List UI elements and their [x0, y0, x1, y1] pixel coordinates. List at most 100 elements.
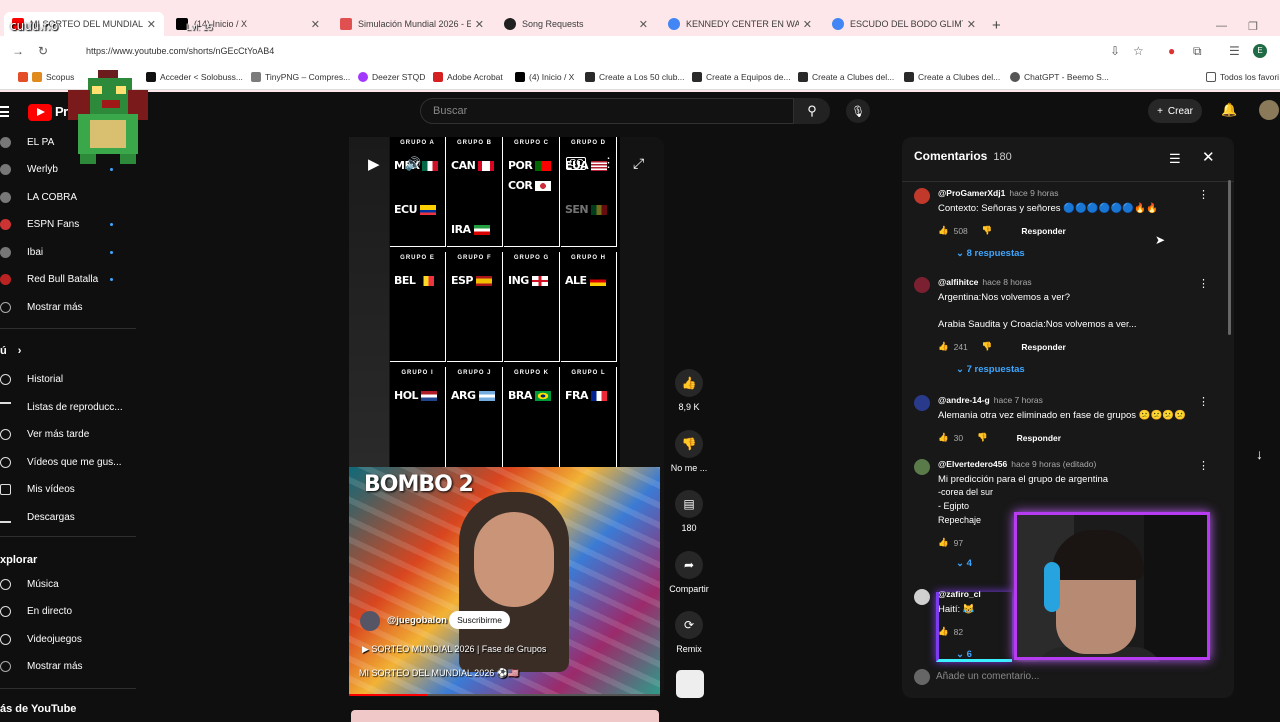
- sidebar-item-downloads[interactable]: Descargas: [0, 506, 75, 528]
- remix-action[interactable]: ⟳ Remix: [668, 611, 710, 654]
- sidebar-explore-show-more[interactable]: Mostrar más: [0, 655, 83, 677]
- reply-button[interactable]: Responder: [1021, 342, 1065, 352]
- sidebar-item-liked[interactable]: Vídeos que me gus...: [0, 451, 122, 473]
- comment-avatar[interactable]: [914, 459, 930, 475]
- sidebar-item-watch-later[interactable]: Ver más tarde: [0, 423, 89, 445]
- new-tab-icon[interactable]: +: [992, 17, 1001, 34]
- comment-author[interactable]: @ProGamerXdj1: [938, 188, 1005, 198]
- create-button[interactable]: + Crear: [1148, 99, 1202, 123]
- subscribe-button[interactable]: Suscribirme: [449, 611, 510, 629]
- sidebar-subscription[interactable]: Ibai: [0, 241, 113, 263]
- comment-avatar[interactable]: [914, 277, 930, 293]
- tab-kennedy[interactable]: KENNEDY CENTER EN WASHIN ✕: [660, 12, 820, 36]
- reload-icon[interactable]: ↻: [38, 44, 48, 58]
- comments-scrollbar[interactable]: [1228, 180, 1231, 335]
- captions-icon[interactable]: CC: [566, 157, 587, 170]
- thumbs-down-icon[interactable]: 👎: [982, 341, 993, 352]
- bookmark-item[interactable]: (4) Inicio / X: [515, 72, 574, 82]
- playlist-link[interactable]: ▶ SORTEO MUNDIAL 2026 | Fase de Grupos: [362, 644, 546, 655]
- user-avatar[interactable]: [1259, 100, 1279, 120]
- add-comment-input[interactable]: Añade un comentario...: [936, 671, 1039, 682]
- comments-action[interactable]: ▤ 180: [668, 490, 710, 533]
- more-options-icon[interactable]: ⋮: [602, 155, 615, 171]
- sidebar-subscription[interactable]: EL PA: [0, 131, 54, 153]
- arrow-down-icon[interactable]: ↓: [1256, 446, 1263, 462]
- comment-author[interactable]: @andre-14-g: [938, 395, 990, 405]
- comment-menu-icon[interactable]: ⋮: [1198, 277, 1209, 290]
- bookmark-item[interactable]: Deezer STQD: [358, 72, 425, 82]
- url-field[interactable]: https://www.youtube.com/shorts/nGEcCtYoA…: [60, 42, 1095, 62]
- close-tab-icon[interactable]: ✕: [311, 18, 320, 31]
- close-tab-icon[interactable]: ✕: [967, 18, 976, 31]
- bookmark-item[interactable]: Create a Los 50 club...: [585, 72, 685, 82]
- thumbs-up-icon[interactable]: 👍: [938, 225, 949, 236]
- search-button[interactable]: ⚲: [794, 98, 830, 124]
- video-progress-bar[interactable]: [349, 694, 660, 696]
- comment-menu-icon[interactable]: ⋮: [1198, 459, 1209, 472]
- reply-button[interactable]: Responder: [1021, 226, 1065, 236]
- comment-avatar[interactable]: [914, 188, 930, 204]
- channel-name[interactable]: @juegobalon: [387, 615, 447, 626]
- close-tab-icon[interactable]: ✕: [639, 18, 648, 31]
- sidebar-subscription[interactable]: ESPN Fans: [0, 213, 113, 235]
- replies-toggle[interactable]: ⌄ 7 respuestas: [956, 364, 1025, 375]
- close-tab-icon[interactable]: ✕: [147, 18, 156, 31]
- sidebar-subscription[interactable]: Werlyb: [0, 158, 113, 180]
- thumbs-down-icon[interactable]: 👎: [977, 432, 988, 443]
- sidebar-item-my-videos[interactable]: Mis vídeos: [0, 478, 75, 500]
- channel-avatar[interactable]: [360, 611, 380, 631]
- dislike-action[interactable]: 👎 No me ...: [668, 430, 710, 473]
- tab-song-requests[interactable]: Song Requests ✕: [496, 12, 656, 36]
- comment-avatar[interactable]: [914, 395, 930, 411]
- sidebar-item-gaming[interactable]: Videojuegos: [0, 628, 82, 650]
- reply-button[interactable]: Responder: [1017, 433, 1061, 443]
- bookmark-item[interactable]: Acceder < Solobuss...: [146, 72, 243, 82]
- expand-icon[interactable]: ⤢: [633, 155, 644, 172]
- extension-icon[interactable]: ●: [1168, 44, 1175, 58]
- replies-toggle[interactable]: ⌄ 8 respuestas: [956, 248, 1025, 259]
- tab-search-icon[interactable]: ☰: [1229, 44, 1240, 58]
- thumbs-up-icon[interactable]: 👍: [938, 341, 949, 352]
- sidebar-subscription[interactable]: LA COBRA: [0, 186, 77, 208]
- share-action[interactable]: ➦ Compartir: [668, 551, 710, 594]
- voice-search-button[interactable]: 🎙: [846, 99, 870, 123]
- comment-author[interactable]: @Elvertedero456: [938, 459, 1007, 469]
- comment-author[interactable]: @alfihitce: [938, 277, 978, 287]
- maximize-icon[interactable]: ❐: [1248, 20, 1258, 33]
- bookmark-item[interactable]: ChatGPT - Beemo S...: [1010, 72, 1109, 82]
- tab-simulacion[interactable]: Simulación Mundial 2026 - Etap ✕: [332, 12, 492, 36]
- sidebar-item-playlists[interactable]: Listas de reproducc...: [0, 396, 123, 418]
- bookmarks-folder[interactable]: Todos los favori: [1206, 72, 1279, 82]
- close-tab-icon[interactable]: ✕: [475, 18, 484, 31]
- thumbs-down-icon[interactable]: 👎: [982, 225, 993, 236]
- comment-menu-icon[interactable]: ⋮: [1198, 188, 1209, 201]
- comment-avatar[interactable]: [914, 589, 930, 605]
- sidebar-item-music[interactable]: Música: [0, 573, 59, 595]
- bookmark-item[interactable]: Create a Clubes del...: [798, 72, 894, 82]
- close-tab-icon[interactable]: ✕: [803, 18, 812, 31]
- sidebar-item-live[interactable]: En directo: [0, 600, 72, 622]
- play-icon[interactable]: ▶: [368, 155, 380, 173]
- extensions-puzzle-icon[interactable]: ⧉: [1193, 44, 1202, 59]
- comment-menu-icon[interactable]: ⋮: [1198, 395, 1209, 408]
- notifications-bell-icon[interactable]: 🔔: [1221, 102, 1237, 118]
- sidebar-subscription[interactable]: Red Bull Batalla: [0, 268, 113, 290]
- forward-icon[interactable]: →: [12, 44, 24, 58]
- next-short-preview[interactable]: [351, 710, 659, 722]
- bookmark-item[interactable]: Create a Clubes del...: [904, 72, 1000, 82]
- bookmark-star-icon[interactable]: ☆: [1133, 44, 1144, 58]
- sidebar-item-historial[interactable]: Historial: [0, 368, 63, 390]
- sidebar-you-header[interactable]: ú ›: [0, 345, 21, 357]
- bookmark-item[interactable]: TinyPNG – Compres...: [251, 72, 350, 82]
- close-icon[interactable]: ✕: [1202, 148, 1215, 166]
- like-action[interactable]: 👍 8,9 K: [668, 369, 710, 412]
- volume-icon[interactable]: 🔊: [405, 156, 421, 172]
- tab-escudo[interactable]: ESCUDO DEL BODO GLIMT - Bu ✕: [824, 12, 984, 36]
- audio-channel-thumbnail[interactable]: [676, 670, 704, 698]
- minimize-icon[interactable]: —: [1216, 20, 1227, 32]
- profile-avatar[interactable]: E: [1253, 44, 1267, 58]
- bookmark-item[interactable]: Adobe Acrobat: [433, 72, 503, 82]
- thumbs-up-icon[interactable]: 👍: [938, 432, 949, 443]
- bookmark-item[interactable]: Create a Equipos de...: [692, 72, 791, 82]
- sidebar-show-more[interactable]: Mostrar más: [0, 296, 83, 318]
